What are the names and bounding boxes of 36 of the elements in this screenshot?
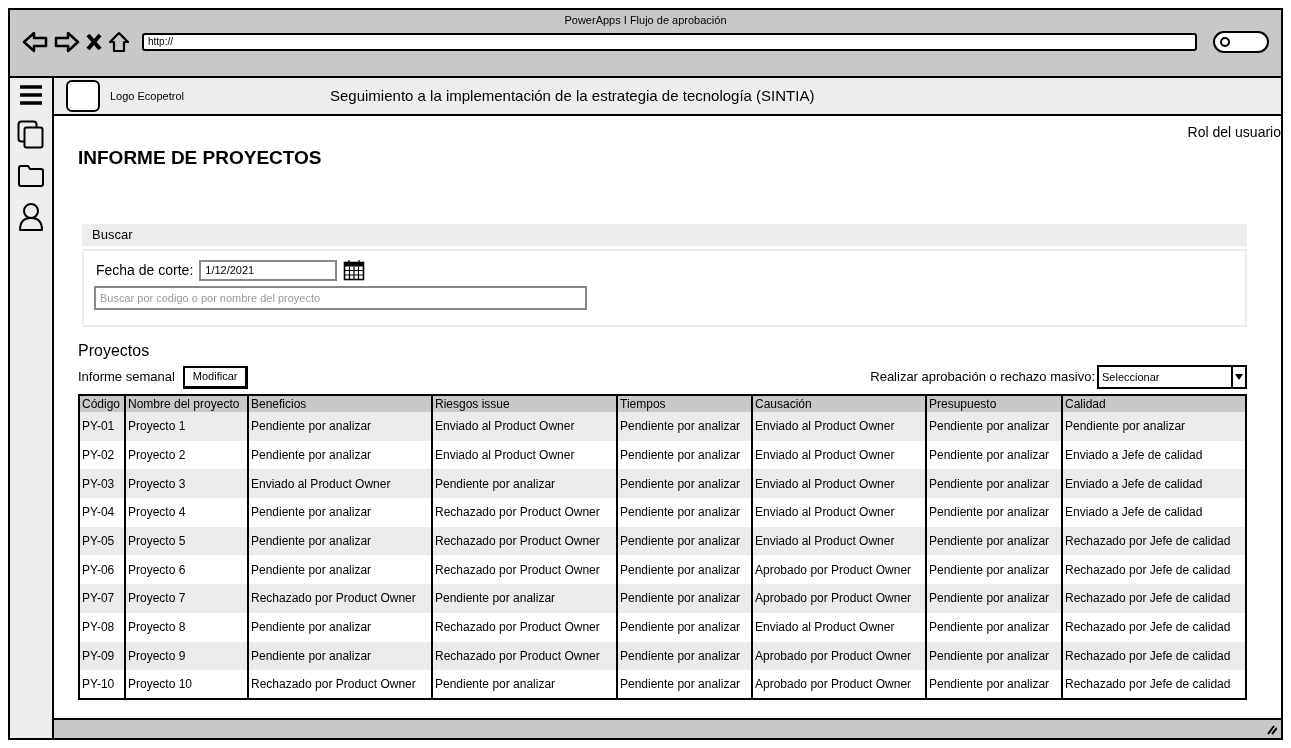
weekly-report-label: Informe semanal <box>78 368 175 387</box>
table-cell: Pendiente por analizar <box>926 670 1062 699</box>
search-input[interactable]: Buscar por codigo o por nombre del proyecto <box>94 286 587 310</box>
table-cell: Aprobado por Product Owner <box>752 670 926 699</box>
page-title: INFORME DE PROYECTOS <box>78 147 322 168</box>
home-icon[interactable] <box>108 31 130 53</box>
close-icon[interactable] <box>86 33 102 51</box>
window-title: PowerApps I Flujo de aprobación <box>564 14 727 26</box>
resize-grip-icon[interactable] <box>1265 723 1277 735</box>
folder-icon[interactable] <box>17 164 45 188</box>
user-role: Rol del usuario <box>1187 123 1281 142</box>
section-title: Proyectos <box>78 342 150 359</box>
table-cell: Pendiente por analizar <box>432 670 617 699</box>
back-icon[interactable] <box>22 31 48 53</box>
table-cell: Rechazado por Jefe de calidad <box>1062 670 1246 699</box>
table-cell: PY-10 <box>79 670 125 699</box>
calendar-icon[interactable] <box>343 259 366 281</box>
forward-icon[interactable] <box>54 31 80 53</box>
address-field[interactable]: http:// <box>142 33 1197 51</box>
table-cell: Pendiente por analizar <box>617 670 752 699</box>
date-field[interactable]: 1/12/2021 <box>199 259 338 281</box>
table-cell: Proyecto 10 <box>125 670 248 699</box>
table-cell: Rechazado por Product Owner <box>248 670 432 699</box>
copy-icon[interactable] <box>17 120 45 150</box>
modify-button[interactable]: Modificar <box>182 365 249 389</box>
date-label: Fecha de corte: <box>96 260 194 280</box>
bulk-action-label: Realizar aprobación o rechazo masivo: <box>870 368 1095 387</box>
search-icon <box>1219 36 1231 48</box>
menu-icon[interactable] <box>19 84 43 106</box>
user-icon[interactable] <box>18 202 44 232</box>
search-field[interactable] <box>1213 31 1269 53</box>
app-title: Seguimiento a la implementación de la estrategia de tecnología (SINTIA) <box>330 85 815 106</box>
panel-title: Buscar <box>92 226 133 245</box>
logo-label: Logo Ecopetrol <box>110 88 185 104</box>
caret-icon <box>1235 374 1243 380</box>
bulk-action-dropdown[interactable]: Seleccionar <box>1097 365 1247 389</box>
